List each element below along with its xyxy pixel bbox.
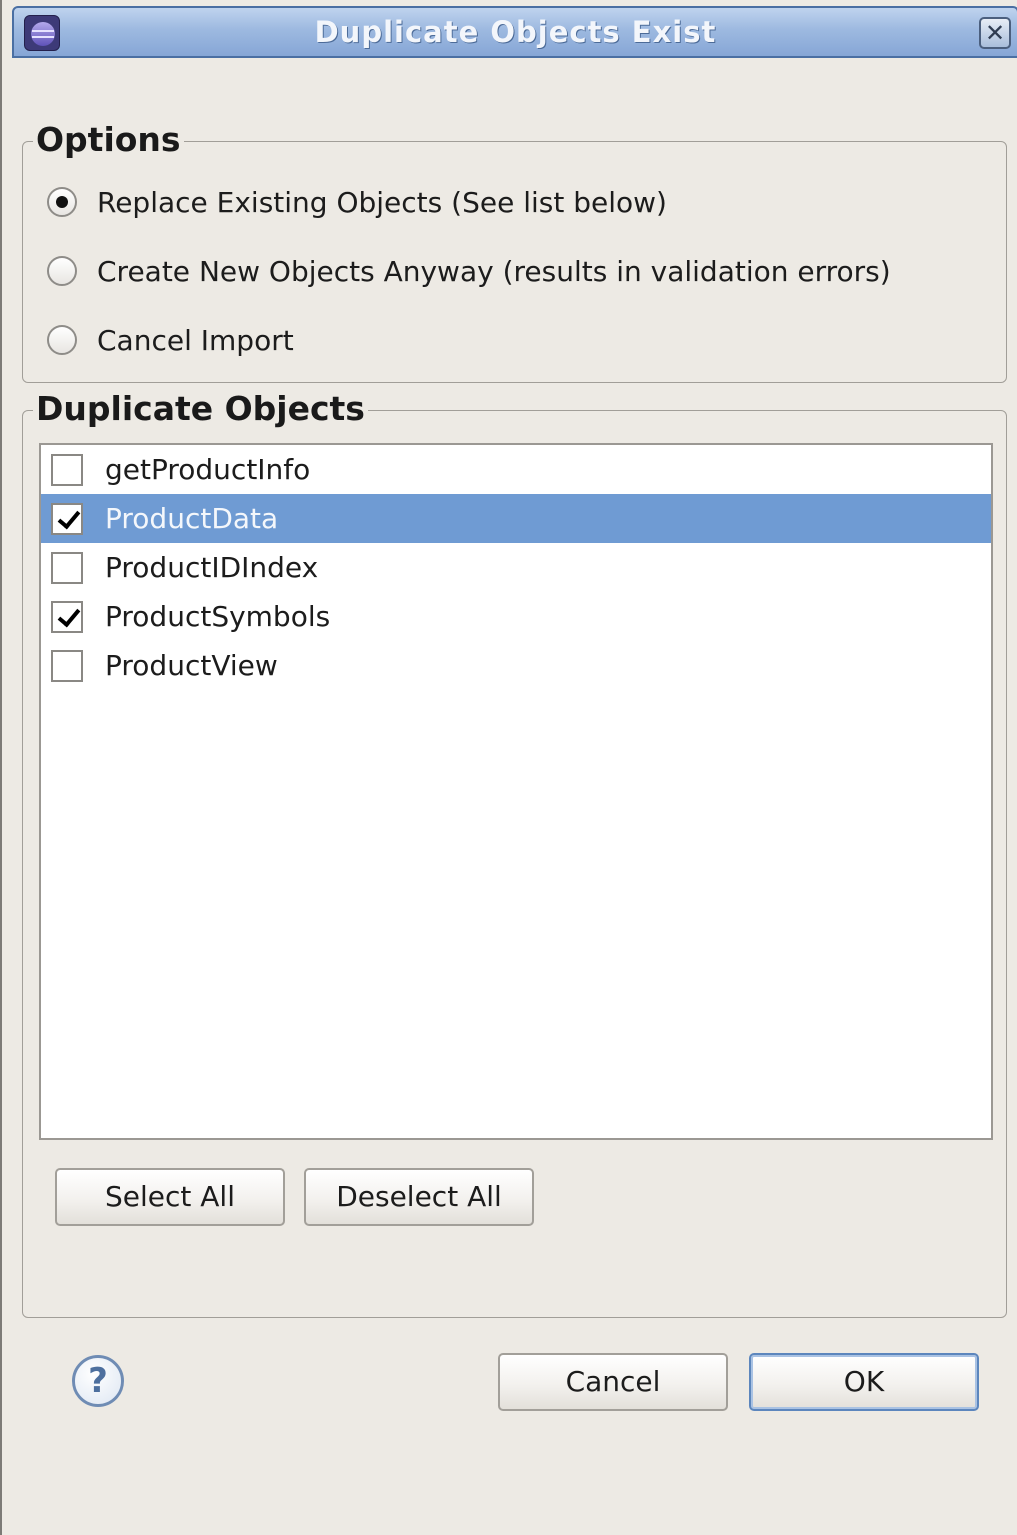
deselect-all-button[interactable]: Deselect All <box>304 1168 534 1226</box>
radio-label: Cancel Import <box>97 323 294 357</box>
radio-replace-existing[interactable]: Replace Existing Objects (See list below… <box>47 182 667 222</box>
list-item[interactable]: ProductSymbols <box>41 592 991 641</box>
radio-button[interactable] <box>47 187 77 217</box>
radio-cancel-import[interactable]: Cancel Import <box>47 320 294 360</box>
dialog-window: Duplicate Objects Exist ✕ Options Replac… <box>0 0 1017 1535</box>
checkbox[interactable] <box>51 551 83 584</box>
radio-label: Replace Existing Objects (See list below… <box>97 185 667 219</box>
duplicate-objects-list[interactable]: getProductInfo ProductData ProductIDInde… <box>39 443 993 1140</box>
checkbox[interactable] <box>51 453 83 486</box>
list-item-label: getProductInfo <box>105 453 311 486</box>
list-item[interactable]: ProductData <box>41 494 991 543</box>
options-group: Options Replace Existing Objects (See li… <box>22 120 1007 383</box>
list-item[interactable]: getProductInfo <box>41 445 991 494</box>
title-bar[interactable]: Duplicate Objects Exist ✕ <box>12 6 1017 58</box>
list-item[interactable]: ProductView <box>41 641 991 690</box>
radio-button[interactable] <box>47 325 77 355</box>
options-legend: Options <box>33 120 184 160</box>
help-icon[interactable]: ? <box>72 1355 124 1407</box>
list-item-label: ProductSymbols <box>105 600 331 633</box>
list-item-label: ProductView <box>105 649 278 682</box>
checkbox[interactable] <box>51 502 83 535</box>
duplicate-objects-legend: Duplicate Objects <box>33 389 368 429</box>
close-icon[interactable]: ✕ <box>979 17 1011 49</box>
list-item-label: ProductIDIndex <box>105 551 319 584</box>
window-title: Duplicate Objects Exist <box>314 15 717 49</box>
select-all-button[interactable]: Select All <box>55 1168 285 1226</box>
radio-create-new[interactable]: Create New Objects Anyway (results in va… <box>47 251 891 291</box>
list-item-label: ProductData <box>105 502 279 535</box>
cancel-button[interactable]: Cancel <box>498 1353 728 1411</box>
checkbox[interactable] <box>51 600 83 633</box>
ok-button[interactable]: OK <box>749 1353 979 1411</box>
duplicate-objects-group: Duplicate Objects getProductInfo Product… <box>22 389 1007 1318</box>
list-item[interactable]: ProductIDIndex <box>41 543 991 592</box>
radio-button[interactable] <box>47 256 77 286</box>
checkbox[interactable] <box>51 649 83 682</box>
radio-label: Create New Objects Anyway (results in va… <box>97 254 891 288</box>
